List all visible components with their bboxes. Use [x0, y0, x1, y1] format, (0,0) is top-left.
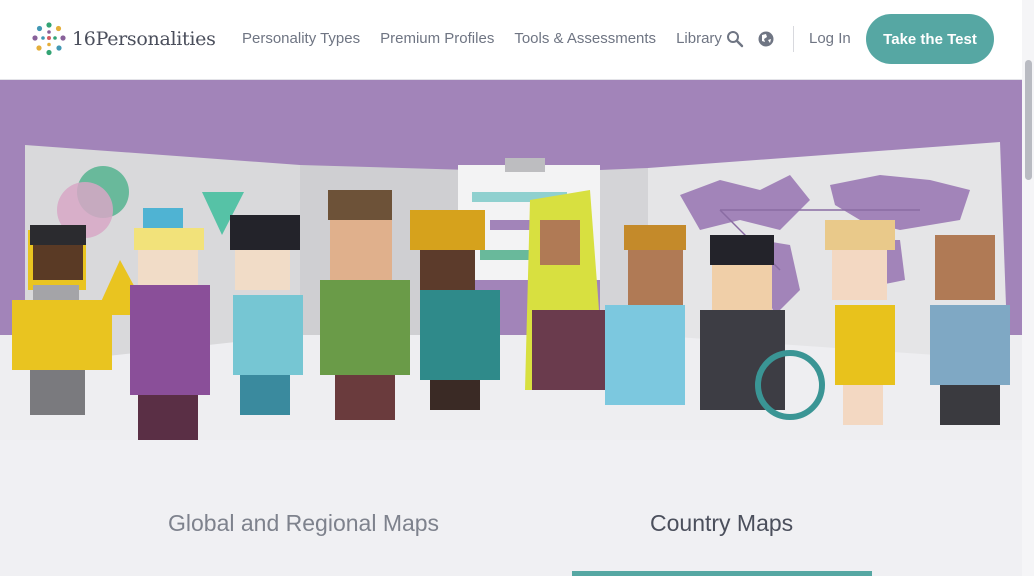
- login-link[interactable]: Log In: [809, 30, 851, 47]
- nav-tools-assessments[interactable]: Tools & Assessments: [514, 30, 656, 47]
- globe-icon[interactable]: [757, 30, 775, 53]
- active-tab-indicator: [572, 571, 872, 576]
- hero-illustration: [0, 80, 1022, 440]
- hero-scene: [0, 80, 1022, 440]
- header-divider: [793, 26, 794, 52]
- logo-icon: [32, 22, 66, 56]
- page-scrollbar[interactable]: [1022, 0, 1034, 576]
- site-header: 16Personalities Personality Types Premiu…: [0, 0, 1034, 80]
- search-icon[interactable]: [726, 30, 744, 53]
- take-test-button[interactable]: Take the Test: [866, 14, 994, 64]
- nav-premium-profiles[interactable]: Premium Profiles: [380, 30, 494, 47]
- logo[interactable]: 16Personalities: [30, 20, 216, 58]
- main-nav: Personality Types Premium Profiles Tools…: [242, 30, 722, 47]
- character-2: [130, 228, 210, 440]
- scroll-thumb[interactable]: [1025, 60, 1032, 180]
- logo-text: 16Personalities: [72, 28, 216, 50]
- tab-global-regional-maps[interactable]: Global and Regional Maps: [168, 510, 439, 537]
- tab-country-maps[interactable]: Country Maps: [650, 510, 793, 537]
- nav-personality-types[interactable]: Personality Types: [242, 30, 360, 47]
- nav-library[interactable]: Library: [676, 30, 722, 47]
